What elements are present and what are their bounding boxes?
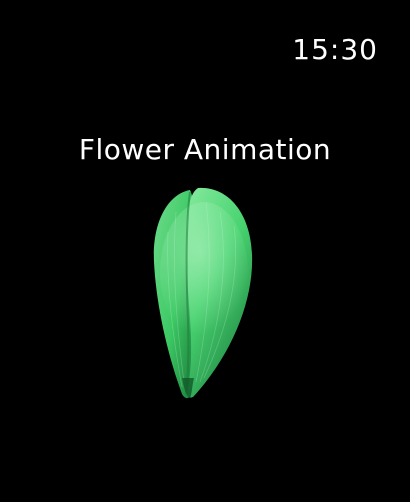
petal-icon [153, 187, 253, 399]
status-time: 15:30 [292, 33, 378, 66]
page-title: Flower Animation [78, 133, 332, 166]
flower-petal-image [146, 182, 262, 402]
